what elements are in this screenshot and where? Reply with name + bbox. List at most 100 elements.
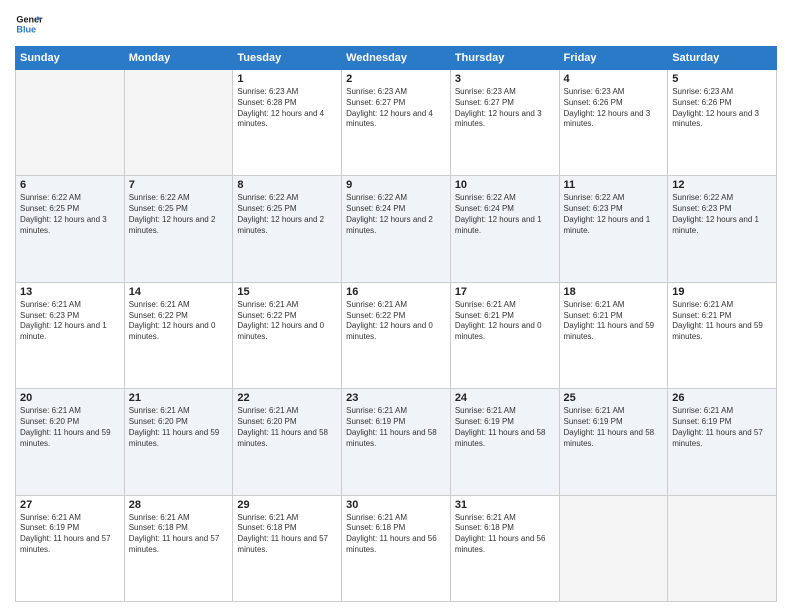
day-number: 27 — [20, 499, 120, 511]
calendar-cell: 31 Sunrise: 6:21 AM Sunset: 6:18 PM Dayli… — [450, 495, 559, 601]
calendar-cell — [668, 495, 777, 601]
day-number: 22 — [237, 392, 337, 404]
day-number: 13 — [20, 286, 120, 298]
calendar-cell: 12Sunrise: 6:22 AM Sunset: 6:23 PM Dayli… — [668, 176, 777, 282]
day-number: 20 — [20, 392, 120, 404]
day-number: 4 — [564, 73, 664, 85]
calendar-cell: 14Sunrise: 6:21 AM Sunset: 6:22 PM Dayli… — [124, 282, 233, 388]
page: General Blue SundayMondayTuesdayWednesda… — [0, 0, 792, 612]
calendar-table: SundayMondayTuesdayWednesdayThursdayFrid… — [15, 46, 777, 602]
day-number: 11 — [564, 179, 664, 191]
day-info: Sunrise: 6:21 AM Sunset: 6:19 PM Dayligh… — [20, 513, 120, 556]
day-number: 23 — [346, 392, 446, 404]
day-info: Sunrise: 6:23 AM Sunset: 6:26 PM Dayligh… — [672, 87, 772, 130]
day-info: Sunrise: 6:23 AM Sunset: 6:27 PM Dayligh… — [455, 87, 555, 130]
calendar-cell: 17 Sunrise: 6:21 AM Sunset: 6:21 PM Dayli… — [450, 282, 559, 388]
day-number: 16 — [346, 286, 446, 298]
calendar-cell: 5 Sunrise: 6:23 AM Sunset: 6:26 PM Daylig… — [668, 70, 777, 176]
day-header-friday: Friday — [559, 47, 668, 70]
day-info: Sunrise: 6:23 AM Sunset: 6:28 PM Dayligh… — [237, 87, 337, 130]
calendar-cell: 7Sunrise: 6:22 AM Sunset: 6:25 PM Daylig… — [124, 176, 233, 282]
calendar-cell: 9 Sunrise: 6:22 AM Sunset: 6:24 PM Daylig… — [342, 176, 451, 282]
day-number: 19 — [672, 286, 772, 298]
day-info: Sunrise: 6:21 AM Sunset: 6:19 PM Dayligh… — [564, 406, 664, 449]
calendar-cell: 13 Sunrise: 6:21 AM Sunset: 6:23 PM Dayli… — [16, 282, 125, 388]
day-header-wednesday: Wednesday — [342, 47, 451, 70]
header: General Blue — [15, 10, 777, 38]
calendar-cell: 24 Sunrise: 6:21 AM Sunset: 6:19 PM Dayli… — [450, 389, 559, 495]
calendar-cell: 1 Sunrise: 6:23 AM Sunset: 6:28 PM Daylig… — [233, 70, 342, 176]
day-header-thursday: Thursday — [450, 47, 559, 70]
day-number: 2 — [346, 73, 446, 85]
day-number: 30 — [346, 499, 446, 511]
calendar-cell: 6Sunrise: 6:22 AM Sunset: 6:25 PM Daylig… — [16, 176, 125, 282]
day-info: Sunrise: 6:21 AM Sunset: 6:20 PM Dayligh… — [129, 406, 229, 449]
calendar-cell: 21Sunrise: 6:21 AM Sunset: 6:20 PM Dayli… — [124, 389, 233, 495]
calendar-cell: 3 Sunrise: 6:23 AM Sunset: 6:27 PM Daylig… — [450, 70, 559, 176]
calendar-cell: 16 Sunrise: 6:21 AM Sunset: 6:22 PM Dayli… — [342, 282, 451, 388]
day-info: Sunrise: 6:21 AM Sunset: 6:18 PM Dayligh… — [346, 513, 446, 556]
day-info: Sunrise: 6:21 AM Sunset: 6:23 PM Dayligh… — [20, 300, 120, 343]
day-info: Sunrise: 6:21 AM Sunset: 6:21 PM Dayligh… — [455, 300, 555, 343]
calendar-cell: 19 Sunrise: 6:21 AM Sunset: 6:21 PM Dayli… — [668, 282, 777, 388]
day-info: Sunrise: 6:22 AM Sunset: 6:23 PM Dayligh… — [564, 193, 664, 236]
week-row-3: 13 Sunrise: 6:21 AM Sunset: 6:23 PM Dayli… — [16, 282, 777, 388]
calendar-cell: 27 Sunrise: 6:21 AM Sunset: 6:19 PM Dayli… — [16, 495, 125, 601]
week-row-1: 1 Sunrise: 6:23 AM Sunset: 6:28 PM Daylig… — [16, 70, 777, 176]
day-info: Sunrise: 6:21 AM Sunset: 6:19 PM Dayligh… — [346, 406, 446, 449]
day-info: Sunrise: 6:21 AM Sunset: 6:19 PM Dayligh… — [455, 406, 555, 449]
calendar-cell: 23 Sunrise: 6:21 AM Sunset: 6:19 PM Dayli… — [342, 389, 451, 495]
calendar-cell: 11 Sunrise: 6:22 AM Sunset: 6:23 PM Dayli… — [559, 176, 668, 282]
day-info: Sunrise: 6:21 AM Sunset: 6:18 PM Dayligh… — [129, 513, 229, 556]
day-info: Sunrise: 6:22 AM Sunset: 6:25 PM Dayligh… — [20, 193, 120, 236]
day-info: Sunrise: 6:21 AM Sunset: 6:21 PM Dayligh… — [564, 300, 664, 343]
day-header-sunday: Sunday — [16, 47, 125, 70]
week-row-2: 6Sunrise: 6:22 AM Sunset: 6:25 PM Daylig… — [16, 176, 777, 282]
day-info: Sunrise: 6:21 AM Sunset: 6:18 PM Dayligh… — [237, 513, 337, 556]
calendar-header-row: SundayMondayTuesdayWednesdayThursdayFrid… — [16, 47, 777, 70]
day-info: Sunrise: 6:21 AM Sunset: 6:22 PM Dayligh… — [346, 300, 446, 343]
day-number: 5 — [672, 73, 772, 85]
day-info: Sunrise: 6:22 AM Sunset: 6:24 PM Dayligh… — [346, 193, 446, 236]
week-row-5: 27 Sunrise: 6:21 AM Sunset: 6:19 PM Dayli… — [16, 495, 777, 601]
day-info: Sunrise: 6:21 AM Sunset: 6:22 PM Dayligh… — [129, 300, 229, 343]
day-header-saturday: Saturday — [668, 47, 777, 70]
day-number: 17 — [455, 286, 555, 298]
day-number: 26 — [672, 392, 772, 404]
day-number: 28 — [129, 499, 229, 511]
day-info: Sunrise: 6:22 AM Sunset: 6:25 PM Dayligh… — [129, 193, 229, 236]
generalblue-logo-icon: General Blue — [15, 10, 43, 38]
calendar-cell: 2Sunrise: 6:23 AM Sunset: 6:27 PM Daylig… — [342, 70, 451, 176]
day-info: Sunrise: 6:21 AM Sunset: 6:22 PM Dayligh… — [237, 300, 337, 343]
day-info: Sunrise: 6:21 AM Sunset: 6:20 PM Dayligh… — [237, 406, 337, 449]
calendar-cell: 22 Sunrise: 6:21 AM Sunset: 6:20 PM Dayli… — [233, 389, 342, 495]
day-number: 1 — [237, 73, 337, 85]
calendar-cell: 4 Sunrise: 6:23 AM Sunset: 6:26 PM Daylig… — [559, 70, 668, 176]
calendar-cell: 28 Sunrise: 6:21 AM Sunset: 6:18 PM Dayli… — [124, 495, 233, 601]
day-number: 24 — [455, 392, 555, 404]
week-row-4: 20 Sunrise: 6:21 AM Sunset: 6:20 PM Dayli… — [16, 389, 777, 495]
day-info: Sunrise: 6:21 AM Sunset: 6:19 PM Dayligh… — [672, 406, 772, 449]
calendar-cell: 18Sunrise: 6:21 AM Sunset: 6:21 PM Dayli… — [559, 282, 668, 388]
day-number: 8 — [237, 179, 337, 191]
day-number: 15 — [237, 286, 337, 298]
calendar-cell: 8 Sunrise: 6:22 AM Sunset: 6:25 PM Daylig… — [233, 176, 342, 282]
day-info: Sunrise: 6:21 AM Sunset: 6:18 PM Dayligh… — [455, 513, 555, 556]
calendar-cell — [559, 495, 668, 601]
day-info: Sunrise: 6:23 AM Sunset: 6:26 PM Dayligh… — [564, 87, 664, 130]
day-info: Sunrise: 6:21 AM Sunset: 6:20 PM Dayligh… — [20, 406, 120, 449]
day-info: Sunrise: 6:21 AM Sunset: 6:21 PM Dayligh… — [672, 300, 772, 343]
logo: General Blue — [15, 10, 43, 38]
day-number: 9 — [346, 179, 446, 191]
day-info: Sunrise: 6:22 AM Sunset: 6:25 PM Dayligh… — [237, 193, 337, 236]
svg-text:Blue: Blue — [16, 24, 36, 34]
day-number: 31 — [455, 499, 555, 511]
day-number: 3 — [455, 73, 555, 85]
day-number: 12 — [672, 179, 772, 191]
day-header-monday: Monday — [124, 47, 233, 70]
calendar-cell: 26 Sunrise: 6:21 AM Sunset: 6:19 PM Dayli… — [668, 389, 777, 495]
day-number: 10 — [455, 179, 555, 191]
calendar-cell: 30 Sunrise: 6:21 AM Sunset: 6:18 PM Dayli… — [342, 495, 451, 601]
calendar-cell: 20 Sunrise: 6:21 AM Sunset: 6:20 PM Dayli… — [16, 389, 125, 495]
day-header-tuesday: Tuesday — [233, 47, 342, 70]
